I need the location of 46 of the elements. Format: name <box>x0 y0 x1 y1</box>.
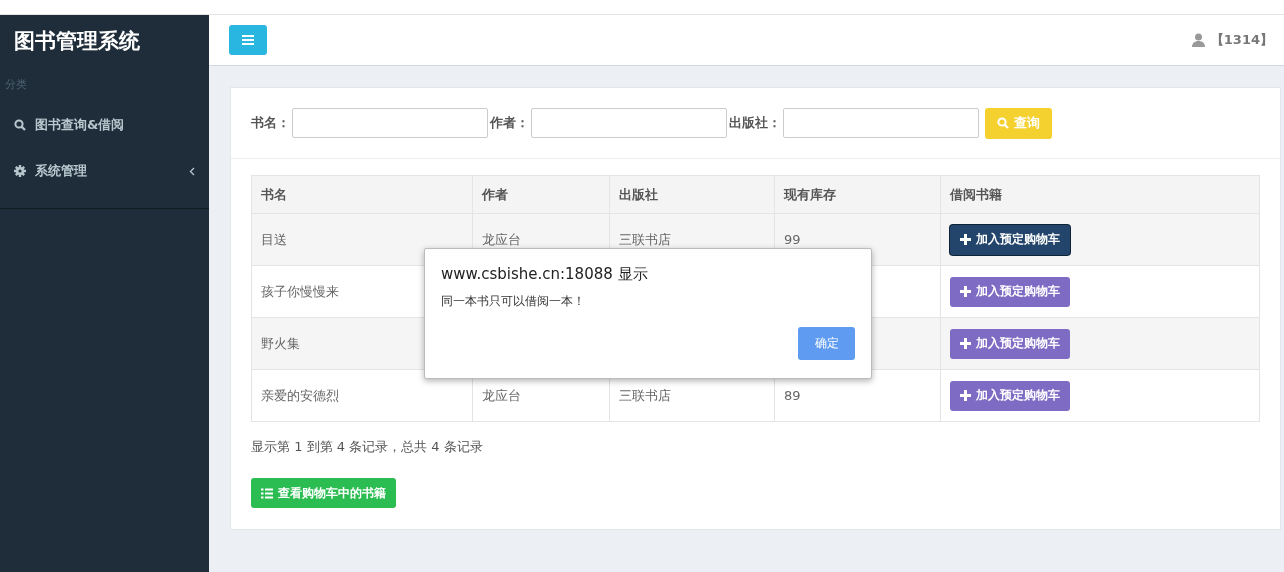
plus-icon <box>959 286 971 297</box>
add-to-cart-button[interactable]: 加入预定购物车 <box>949 380 1070 411</box>
table-cell: 亲爱的安德烈 <box>261 387 339 403</box>
sidebar-item[interactable]: 系统管理 <box>0 148 209 194</box>
input-field[interactable] <box>531 108 727 138</box>
user-name[interactable]: 【1314】 <box>1210 31 1273 49</box>
column-header: 书名 <box>251 175 473 214</box>
plus-icon <box>959 338 971 349</box>
chevron-icon <box>189 166 195 176</box>
view-cart-button[interactable]: 查看购物车中的书籍 <box>251 478 396 508</box>
add-to-cart-button[interactable]: 加入预定购物车 <box>949 224 1070 255</box>
add-to-cart-button[interactable]: 加入预定购物车 <box>949 276 1070 307</box>
search-icon <box>997 117 1009 129</box>
column-header: 作者 <box>472 175 610 214</box>
input-field[interactable] <box>783 108 979 138</box>
table-cell: 龙应台 <box>481 231 521 247</box>
gear-icon <box>14 165 26 177</box>
table-cell: 龙应台 <box>481 387 521 403</box>
plus-icon <box>959 390 971 401</box>
add-to-cart-button[interactable]: 加入预定购物车 <box>949 328 1070 359</box>
column-header: 现有库存 <box>774 175 941 214</box>
field-label: 作者： <box>490 114 529 132</box>
table-cell: 三联书店 <box>618 231 671 247</box>
table-cell: 目送 <box>261 231 287 247</box>
table-cell: 99 <box>783 232 801 247</box>
user-icon <box>1191 33 1205 47</box>
field-label: 出版社： <box>729 114 781 132</box>
table-cell: 孩子你慢慢来 <box>261 283 339 299</box>
menu-button[interactable] <box>229 25 267 55</box>
column-header: 出版社 <box>609 175 775 214</box>
input-field[interactable] <box>292 108 488 138</box>
list-icon <box>261 487 273 499</box>
sidebar-item[interactable]: 图书查询&借阅 <box>0 102 209 148</box>
field-label: 书名： <box>251 114 290 132</box>
table-cell: 89 <box>783 388 801 403</box>
table-cell: 野火集 <box>261 335 300 351</box>
dialog-title: www.csbishe.cn:18088 显示 <box>441 265 648 284</box>
dialog-message: 同一本书只可以借阅一本！ <box>441 293 585 310</box>
column-header: 借阅书籍 <box>940 175 1260 214</box>
ok-button[interactable]: 确定 <box>798 327 855 360</box>
table-cell: 三联书店 <box>618 387 671 403</box>
app-title: 图书管理系统 <box>13 28 141 55</box>
menu-icon <box>242 35 254 45</box>
record-count: 显示第 1 到第 4 条记录，总共 4 条记录 <box>251 438 483 456</box>
search-icon <box>14 119 26 131</box>
plus-icon <box>959 234 971 245</box>
